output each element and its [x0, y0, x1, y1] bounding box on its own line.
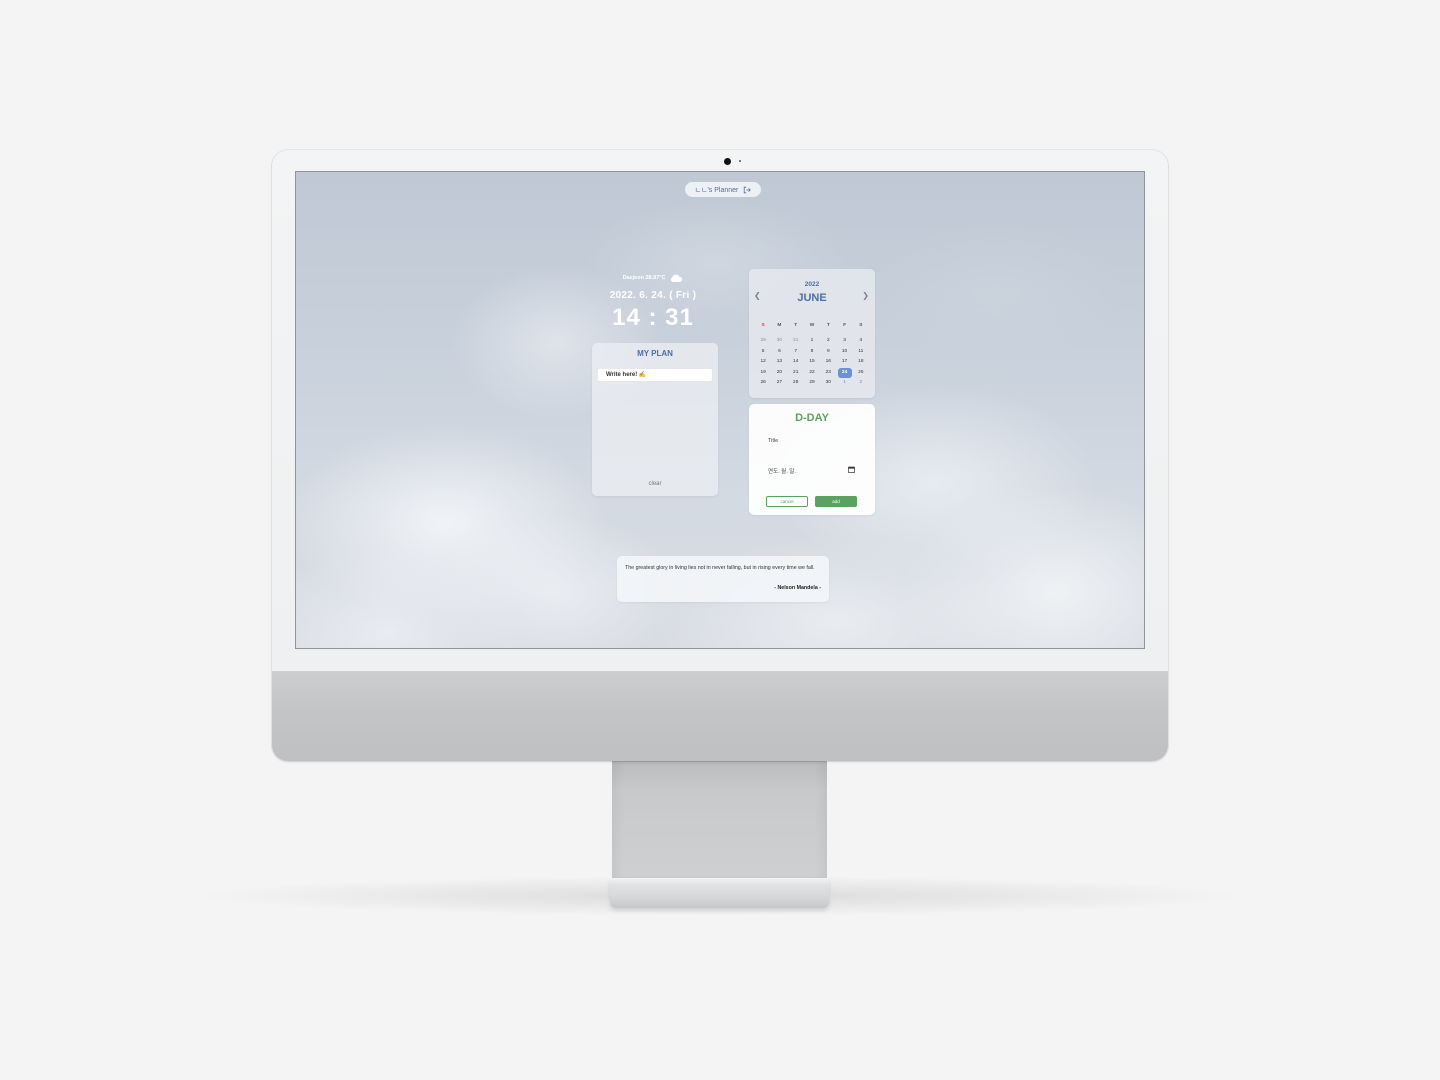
add-button[interactable]: add [815, 496, 857, 507]
calendar-day[interactable]: 29 [804, 378, 820, 389]
chevron-right-icon[interactable]: ❯ [862, 291, 869, 300]
monitor-frame: ㄴㄴ's Planner Daejeon 28.97°C 2022. 6. 24… [272, 150, 1168, 761]
calendar-day[interactable]: 25 [853, 368, 869, 379]
calendar-day[interactable]: 30 [820, 378, 836, 389]
calendar-weekday: M [777, 323, 782, 328]
calendar-day[interactable]: 2 [853, 378, 869, 389]
screen: ㄴㄴ's Planner Daejeon 28.97°C 2022. 6. 24… [295, 171, 1145, 649]
calendar-month: JUNE [797, 292, 827, 304]
weather-text: Daejeon 28.97°C [622, 275, 666, 281]
current-date: 2022. 6. 24. ( Fri ) [609, 290, 697, 301]
calendar-weekday: S [859, 323, 863, 328]
calendar-day[interactable]: 6 [771, 347, 787, 358]
calendar-weekday: F [843, 323, 847, 328]
calendar-day[interactable]: 1 [804, 336, 820, 347]
calendar-day[interactable]: 8 [804, 347, 820, 358]
calendar-day[interactable]: 22 [804, 368, 820, 379]
calendar-day[interactable]: 16 [820, 357, 836, 368]
quote-author: - Nelson Mandela - [774, 585, 821, 591]
weather-widget: Daejeon 28.97°C [618, 272, 688, 284]
monitor-stand [612, 760, 827, 880]
camera-sensor-icon [739, 160, 741, 162]
calendar-day[interactable]: 11 [853, 347, 869, 358]
calendar-day[interactable]: 14 [788, 357, 804, 368]
calendar-weekday: T [794, 323, 798, 328]
monitor-stand-base [610, 878, 829, 908]
calendar-day[interactable]: 29 [755, 336, 771, 347]
current-time: 14 : 31 [612, 304, 694, 331]
calendar-icon[interactable] [848, 466, 855, 473]
calendar-day-label: 24 [837, 367, 852, 378]
cloud-icon [671, 274, 683, 282]
calendar-day[interactable]: 31 [788, 336, 804, 347]
calendar-weekday: W [809, 323, 815, 328]
calendar-day[interactable]: 9 [820, 347, 836, 358]
calendar-weekday: T [826, 323, 830, 328]
calendar-day[interactable]: 21 [788, 368, 804, 379]
monitor-chin [272, 671, 1168, 761]
dday-title-input[interactable] [768, 436, 858, 446]
dday-title: D-DAY [795, 412, 829, 424]
calendar-day[interactable]: 4 [853, 336, 869, 347]
calendar-weekday: S [761, 323, 765, 328]
calendar-day[interactable]: 13 [771, 357, 787, 368]
calendar-day[interactable]: 30 [771, 336, 787, 347]
calendar-day[interactable]: 26 [755, 378, 771, 389]
calendar-day[interactable]: 17 [836, 357, 852, 368]
quote-card: The greatest glory in living lies not in… [617, 556, 829, 602]
app-title: ㄴㄴ's Planner [694, 186, 739, 194]
calendar-day[interactable]: 15 [804, 357, 820, 368]
plan-input[interactable] [598, 369, 712, 381]
app-title-pill[interactable]: ㄴㄴ's Planner [685, 182, 761, 197]
calendar-day[interactable]: 12 [755, 357, 771, 368]
calendar-year: 2022 [804, 281, 820, 288]
calendar-day[interactable]: 28 [788, 378, 804, 389]
quote-text: The greatest glory in living lies not in… [625, 565, 815, 571]
calendar-card: 2022 JUNE ❮ ❯ S M T W T F S 29 30 31 1 2 3 4 5 6 7 8 9 10 11… [749, 269, 875, 398]
calendar-day[interactable]: 5 [755, 347, 771, 358]
dday-date-input[interactable] [768, 467, 858, 477]
my-plan-title: MY PLAN [637, 349, 673, 358]
calendar-day-today[interactable]: 24 [836, 367, 852, 379]
calendar-day[interactable]: 1 [836, 378, 852, 389]
calendar-day[interactable]: 7 [788, 347, 804, 358]
chevron-left-icon[interactable]: ❮ [754, 291, 761, 300]
calendar-day[interactable]: 19 [755, 368, 771, 379]
logout-icon[interactable] [743, 186, 752, 194]
calendar-day[interactable]: 20 [771, 368, 787, 379]
calendar-day[interactable]: 2 [820, 336, 836, 347]
calendar-day[interactable]: 10 [836, 347, 852, 358]
dday-card: D-DAY cancel add [749, 404, 875, 515]
calendar-day[interactable]: 3 [836, 336, 852, 347]
camera-icon [724, 158, 731, 165]
calendar-day[interactable]: 27 [771, 378, 787, 389]
my-plan-card: MY PLAN clear [592, 343, 718, 496]
calendar-grid: S M T W T F S 29 30 31 1 2 3 4 5 6 7 8 9 10 11 12 13 14 15 16 17 18… [755, 321, 869, 389]
calendar-day[interactable]: 18 [853, 357, 869, 368]
clear-button[interactable]: clear [592, 481, 718, 487]
cancel-button[interactable]: cancel [766, 496, 808, 507]
stand-base-lip [610, 878, 829, 884]
calendar-day[interactable]: 23 [820, 368, 836, 379]
